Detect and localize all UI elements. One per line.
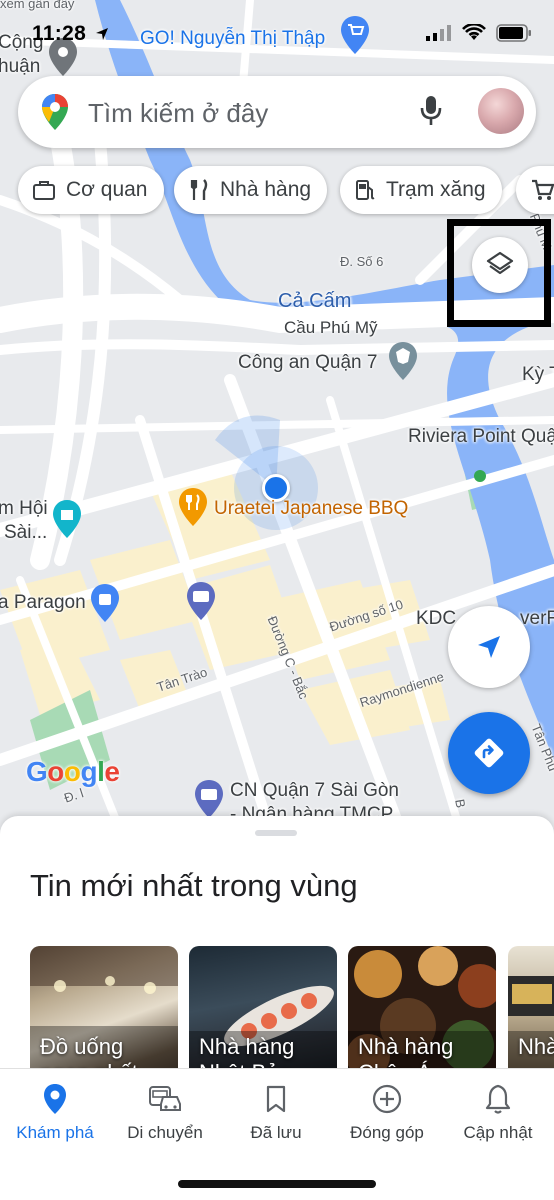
bridge-label: Cầu Phú Mỹ: [284, 318, 378, 337]
map-label-restaurant[interactable]: Uraetei Japanese BBQ: [214, 498, 408, 520]
drag-handle[interactable]: [255, 830, 297, 836]
restaurant-icon[interactable]: [176, 486, 210, 528]
street-label: Đ. Số 6: [340, 254, 384, 269]
commute-icon: [149, 1086, 181, 1111]
location-arrow-icon: [96, 28, 109, 41]
briefcase-icon: [33, 181, 55, 200]
map-label: Kỳ T: [522, 364, 554, 385]
chip-label: Trạm xăng: [386, 178, 486, 201]
card-label: Đồ uống: [40, 1034, 124, 1059]
directions-button[interactable]: [448, 712, 530, 794]
tab-updates[interactable]: Cập nhật: [443, 1081, 553, 1143]
map-label: Sài...: [4, 522, 48, 543]
signal-icon: [426, 25, 451, 41]
shopping-bag-icon[interactable]: [88, 582, 122, 624]
status-icons: [426, 24, 532, 42]
google-logo-letter: e: [104, 756, 120, 787]
card-label: Nhà hàng: [358, 1034, 454, 1059]
atm-icon[interactable]: [184, 580, 218, 622]
map-canvas[interactable]: xem gần đây Cộng huận GO! Nguyễn Thị Thậ…: [0, 0, 554, 830]
map-label-police[interactable]: Công an Quận 7: [238, 352, 377, 374]
tab-explore[interactable]: Khám phá: [0, 1081, 110, 1143]
search-bar[interactable]: Tìm kiếm ở đây: [18, 76, 536, 148]
search-input[interactable]: Tìm kiếm ở đây: [88, 98, 268, 129]
battery-icon: [496, 24, 531, 42]
google-logo: Google: [26, 756, 120, 788]
map-label-riviera[interactable]: Riviera Point Quậ: [408, 426, 554, 448]
news-card[interactable]: Nhà hàng Nhật Bản: [189, 946, 337, 1086]
map-label-bank[interactable]: CN Quận 7 Sài Gòn: [230, 780, 399, 802]
home-indicator[interactable]: [178, 1180, 376, 1188]
navigation-arrow-icon: [478, 636, 500, 658]
chip-office[interactable]: Cơ quan: [18, 166, 164, 214]
map-label: KDC: [416, 608, 457, 629]
my-location-button[interactable]: [448, 606, 530, 688]
news-card[interactable]: Nhà hàng Châu Á: [348, 946, 496, 1086]
river-label: Cả Cấm: [278, 290, 352, 312]
map-label: m Hội: [0, 498, 48, 519]
card-label: Nhà hàng: [199, 1034, 295, 1059]
wifi-icon: [462, 24, 486, 40]
map-label[interactable]: a Paragon: [0, 592, 86, 614]
chip-label: Nhà hàng: [220, 178, 312, 201]
news-card[interactable]: Đồ uống ngon nhất: [30, 946, 178, 1086]
tab-commute[interactable]: Di chuyển: [110, 1081, 220, 1143]
google-logo-letter: o: [47, 756, 64, 787]
status-bar: 11:28: [0, 0, 554, 62]
google-logo-letter: g: [80, 756, 98, 787]
bell-icon: [485, 1084, 511, 1114]
chip-restaurants[interactable]: Nhà hàng: [174, 166, 328, 214]
tab-label: Đóng góp: [350, 1123, 424, 1142]
tab-label: Di chuyển: [127, 1123, 203, 1142]
google-logo-letter: o: [63, 756, 81, 787]
police-icon[interactable]: [386, 340, 420, 382]
landmark-icon[interactable]: [50, 498, 84, 540]
tab-label: Khám phá: [16, 1123, 94, 1142]
status-time: 11:28: [32, 22, 110, 46]
news-card[interactable]: Nhà: [508, 946, 554, 1086]
shopping-cart-icon: [532, 179, 554, 200]
bookmark-icon: [266, 1085, 286, 1113]
status-time-text: 11:28: [32, 22, 87, 45]
tab-contribute[interactable]: Đóng góp: [332, 1081, 442, 1143]
sheet-title: Tin mới nhất trong vùng: [30, 868, 358, 903]
fork-knife-icon: [190, 179, 208, 200]
add-circle-icon: [372, 1084, 402, 1114]
tab-label: Cập nhật: [463, 1123, 533, 1142]
map-pin-icon: [44, 1084, 66, 1114]
bank-icon[interactable]: [192, 778, 226, 820]
tab-label: Đã lưu: [250, 1123, 302, 1142]
park-marker: [474, 470, 486, 482]
google-logo-letter: G: [26, 756, 48, 787]
google-maps-logo-icon: [42, 94, 68, 130]
tab-saved[interactable]: Đã lưu: [221, 1081, 331, 1143]
gas-pump-icon: [356, 180, 375, 200]
chip-label: Cơ quan: [66, 178, 148, 201]
card-image: [508, 976, 554, 1086]
microphone-icon[interactable]: [418, 94, 444, 128]
highlight-box: [447, 219, 551, 327]
avatar[interactable]: [478, 88, 524, 134]
chip-gas[interactable]: Trạm xăng: [340, 166, 502, 214]
card-label: Nhà: [518, 1034, 554, 1059]
directions-icon: [474, 738, 504, 768]
